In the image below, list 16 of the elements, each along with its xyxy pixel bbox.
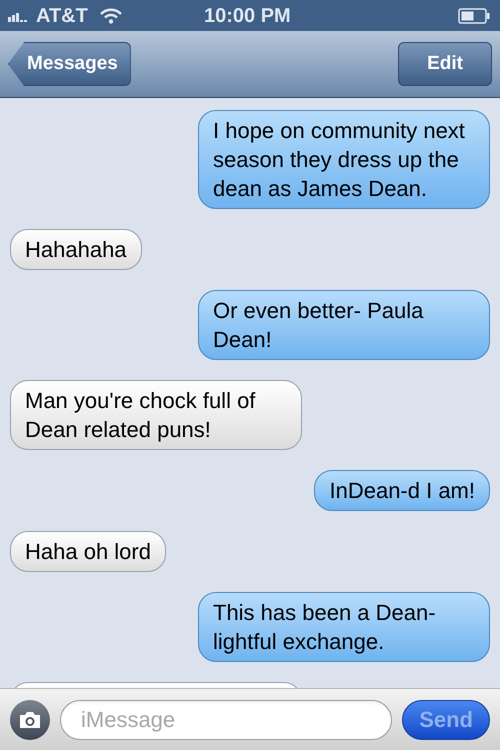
sent-message: Or even better- Paula Dean! — [198, 290, 490, 360]
wifi-icon — [100, 8, 122, 24]
sent-message: This has been a Dean-lightful exchange. — [198, 592, 490, 662]
message-input[interactable]: iMessage — [60, 700, 392, 740]
received-message: Hahahaha — [10, 229, 142, 270]
clock-time: 10:00 PM — [204, 4, 291, 28]
battery-icon — [458, 8, 490, 24]
camera-icon — [18, 710, 42, 728]
camera-button[interactable] — [10, 700, 50, 740]
sent-message: I hope on community next season they dress up the dean as James Dean. — [198, 110, 490, 209]
carrier-name: AT&T — [36, 4, 88, 28]
received-message: Haha oh lord — [10, 531, 166, 572]
edit-button[interactable]: Edit — [398, 42, 492, 86]
sent-message: InDean-d I am! — [314, 470, 490, 511]
back-button[interactable]: Messages — [8, 42, 131, 86]
received-message: Man you're chock full of Dean related puns! — [10, 380, 302, 450]
